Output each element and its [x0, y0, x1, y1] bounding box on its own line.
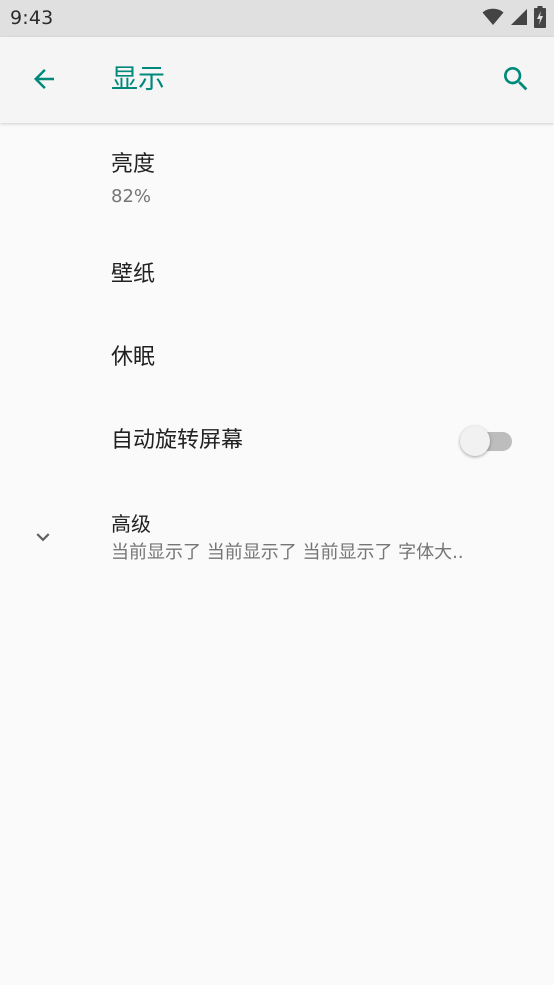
chevron-down-icon [30, 524, 56, 550]
cell-signal-icon [510, 8, 528, 30]
toggle-thumb [460, 426, 490, 456]
sleep-setting[interactable]: 休眠 [0, 315, 554, 398]
wallpaper-title: 壁纸 [111, 262, 156, 287]
back-button[interactable] [26, 63, 62, 99]
sleep-title: 休眠 [111, 345, 156, 370]
auto-rotate-toggle[interactable] [460, 426, 514, 456]
brightness-setting[interactable]: 亮度 82% [0, 123, 554, 233]
advanced-summary: 当前显示了 当前显示了 当前显示了 字体大.. [111, 542, 464, 563]
battery-charging-icon [534, 6, 546, 32]
brightness-summary: 82% [111, 186, 152, 207]
auto-rotate-title: 自动旋转屏幕 [111, 428, 244, 453]
advanced-setting[interactable]: 高级 当前显示了 当前显示了 当前显示了 字体大.. [0, 481, 554, 591]
search-icon [500, 63, 532, 99]
search-button[interactable] [498, 63, 534, 99]
wifi-icon [482, 8, 504, 30]
brightness-title: 亮度 [111, 152, 156, 177]
status-bar: 9:43 [0, 0, 554, 37]
wallpaper-setting[interactable]: 壁纸 [0, 233, 554, 315]
app-bar: 显示 [0, 37, 554, 123]
status-icons [482, 6, 546, 32]
auto-rotate-setting[interactable]: 自动旋转屏幕 [0, 398, 554, 481]
advanced-title: 高级 [111, 512, 151, 536]
status-time: 9:43 [10, 7, 54, 29]
page-title: 显示 [111, 64, 165, 95]
arrow-back-icon [29, 64, 59, 98]
